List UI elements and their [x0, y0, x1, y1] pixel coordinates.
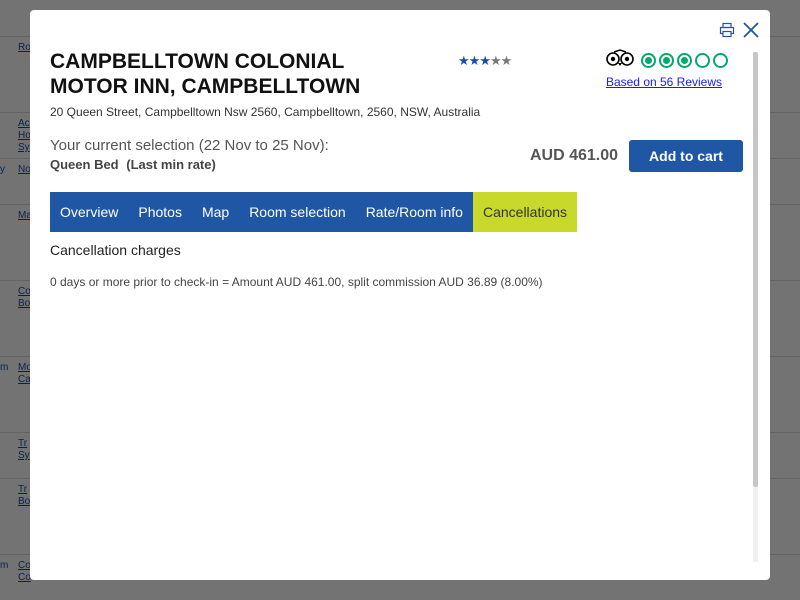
total-price: AUD 461.00	[530, 147, 619, 164]
tab-photos[interactable]: Photos	[128, 192, 192, 232]
rating-bubble-empty	[713, 52, 728, 68]
cancellation-title: Cancellation charges	[50, 242, 181, 258]
tab-rate-room-info[interactable]: Rate/Room info	[356, 192, 473, 232]
tab-room-selection[interactable]: Room selection	[239, 192, 356, 232]
hotel-tabs: Overview Photos Map Room selection Rate/…	[50, 192, 578, 232]
star-rating: ★★★★★	[458, 53, 513, 69]
rate-name: (Last min rate)	[126, 157, 216, 172]
hotel-modal: CAMPBELLTOWN COLONIAL MOTOR INN, CAMPBEL…	[30, 10, 770, 580]
hotel-name: CAMPBELLTOWN COLONIAL MOTOR INN, CAMPBEL…	[50, 50, 361, 98]
close-icon[interactable]	[742, 21, 760, 39]
tripadvisor-rating: Based on 56 Reviews	[605, 49, 735, 89]
rating-bubble-full	[659, 52, 674, 68]
print-icon[interactable]	[718, 21, 736, 39]
tab-cancellations[interactable]: Cancellations	[472, 192, 578, 232]
tab-map[interactable]: Map	[192, 192, 239, 232]
modal-actions	[718, 21, 760, 39]
add-to-cart-button[interactable]: Add to cart	[629, 140, 743, 172]
hotel-address: 20 Queen Street, Campbelltown Nsw 2560, …	[50, 105, 481, 119]
star-icon: ★	[458, 53, 470, 68]
modal-scrollbar[interactable]	[753, 52, 758, 562]
star-icon: ★	[479, 53, 491, 68]
star-icon: ★	[489, 53, 502, 68]
star-icon: ★	[468, 53, 481, 68]
cancellation-policy-text: 0 days or more prior to check-in = Amoun…	[50, 275, 543, 289]
tripadvisor-owl-icon	[605, 49, 635, 71]
reviews-link[interactable]: Based on 56 Reviews	[605, 75, 723, 89]
rating-bubble-empty	[695, 52, 710, 68]
room-selection: Queen Bed (Last min rate)	[50, 157, 216, 172]
scrollbar-thumb[interactable]	[753, 52, 758, 487]
rating-bubble-full	[677, 52, 692, 68]
tab-overview[interactable]: Overview	[50, 192, 128, 232]
star-icon: ★	[500, 53, 513, 68]
room-type: Queen Bed	[50, 157, 119, 172]
rating-bubble-full	[641, 52, 656, 68]
tripadvisor-bubbles	[605, 49, 735, 71]
current-selection-label: Your current selection (22 Nov to 25 Nov…	[50, 137, 329, 154]
